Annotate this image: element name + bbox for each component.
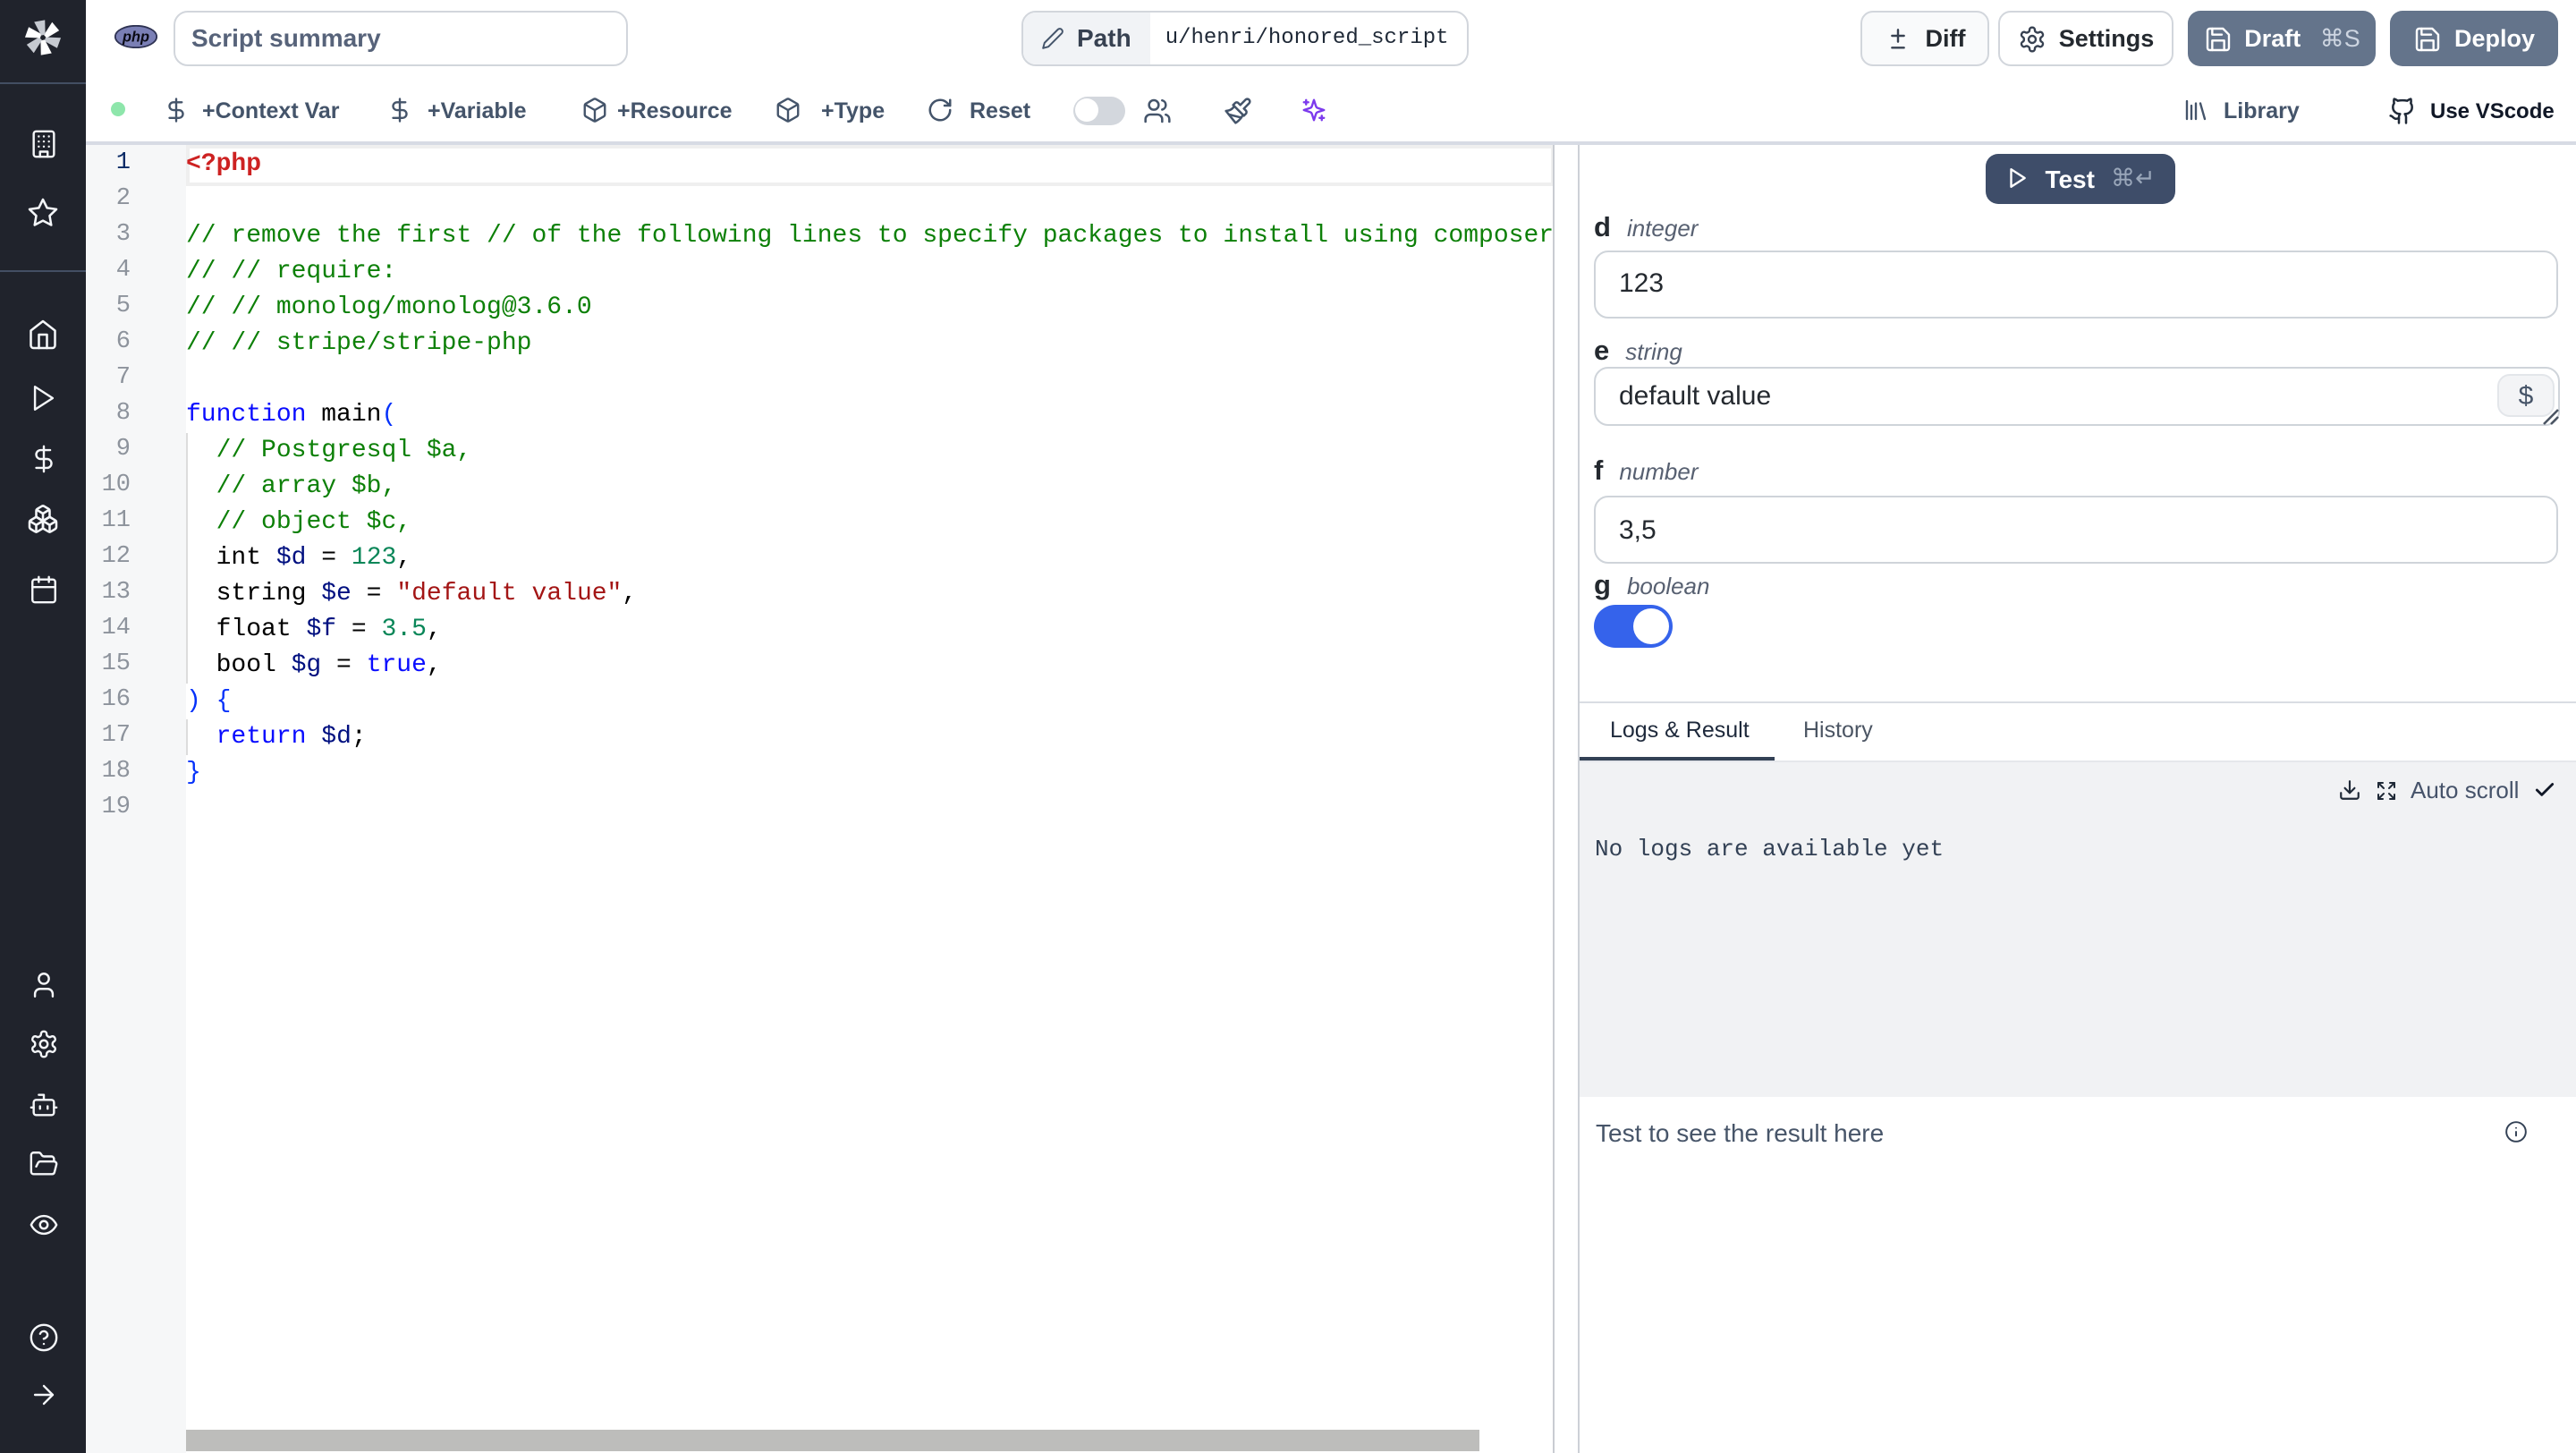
svg-text:php: php — [122, 30, 149, 46]
